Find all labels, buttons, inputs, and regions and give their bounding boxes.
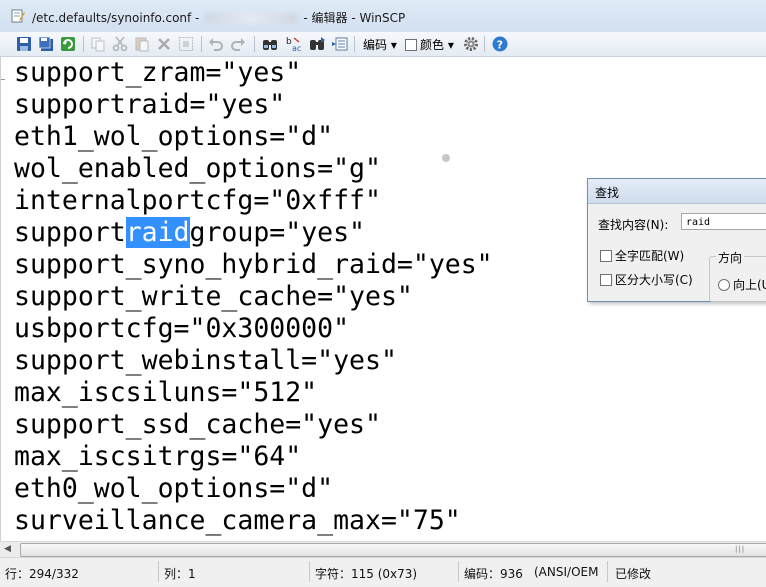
line-prefix: support xyxy=(14,217,126,248)
scrollbar-thumb[interactable] xyxy=(20,543,766,557)
status-encoding: 编码：936 xyxy=(464,567,523,581)
editor-line: usbportcfg="0x300000" xyxy=(14,313,350,344)
scrollbar-grip-icon: ||| xyxy=(735,545,746,553)
chevron-down-icon: ▾ xyxy=(390,38,397,52)
save-icon[interactable] xyxy=(16,36,32,52)
find-dialog-body: 查找内容(N): raid 全字匹配(W) 区分大小写(C) 方向 向上(U) xyxy=(588,204,766,302)
notepad-icon xyxy=(11,9,25,23)
encoding-label: 编码 xyxy=(363,38,388,52)
find-dialog-title-bar[interactable]: 查找 xyxy=(588,179,766,204)
checkbox-icon xyxy=(600,250,612,262)
editor-line: surveillance_camera_max="75" xyxy=(14,505,461,536)
radio-icon xyxy=(718,279,730,291)
undo-icon[interactable] xyxy=(208,36,224,52)
status-bar: 行：294/332 列：1 字符：115 (0x73) 编码：936 (ANSI… xyxy=(0,557,766,587)
find-label: 查找内容(N): xyxy=(598,218,669,232)
direction-up-radio[interactable]: 向上(U) xyxy=(718,276,766,293)
editor-line-current: supportraidgroup="yes" xyxy=(14,217,365,249)
status-separator xyxy=(158,561,159,582)
delete-icon[interactable] xyxy=(156,36,172,52)
editor-line: max_iscsiluns="512" xyxy=(14,377,318,408)
find-dialog: 查找 查找内容(N): raid 全字匹配(W) 区分大小写(C) 方向 向上(… xyxy=(587,178,766,302)
help-icon[interactable]: ? xyxy=(492,36,508,52)
toolbar: b ac 编码 ▾ 颜色 ▾ ? xyxy=(0,32,766,57)
status-column: 列：1 xyxy=(164,567,196,581)
editor-line: support_ssd_cache="yes" xyxy=(14,409,381,440)
title-bar: /etc.defaults/synoinfo.conf - - 编辑器 - Win… xyxy=(0,0,766,32)
editor-line: internalportcfg="0xfff" xyxy=(14,185,381,216)
cut-icon[interactable] xyxy=(112,36,128,52)
reload-icon[interactable] xyxy=(60,36,76,52)
match-case-checkbox[interactable]: 区分大小写(C) xyxy=(600,271,693,288)
direction-up-label: 向上(U) xyxy=(733,278,766,292)
gear-icon[interactable] xyxy=(463,36,479,52)
color-dropdown[interactable]: 颜色 ▾ xyxy=(405,36,454,53)
toolbar-separator xyxy=(254,36,255,52)
horizontal-scrollbar[interactable]: ◀ ||| xyxy=(0,541,766,557)
window-title-suffix: - 编辑器 - WinSCP xyxy=(303,11,406,25)
status-modified: 已修改 xyxy=(615,567,652,581)
editor-line: supportraid="yes" xyxy=(14,89,286,120)
encoding-dropdown[interactable]: 编码 ▾ xyxy=(363,36,397,53)
toolbar-separator xyxy=(83,36,84,52)
cursor-dot xyxy=(442,154,450,162)
direction-title: 方向 xyxy=(716,249,745,266)
editor-line: support_webinstall="yes" xyxy=(14,345,397,376)
toolbar-separator xyxy=(354,36,355,52)
chevron-down-icon: ▾ xyxy=(447,38,454,52)
editor-line: wol_enabled_options="g" xyxy=(14,153,381,184)
edge-marker xyxy=(1,79,5,80)
window-title-prefix: /etc.defaults/synoinfo.conf - xyxy=(32,11,200,25)
copy-icon[interactable] xyxy=(90,36,106,52)
status-separator xyxy=(458,561,459,582)
line-suffix: group="yes" xyxy=(189,217,366,248)
find-input[interactable]: raid xyxy=(681,213,766,230)
toolbar-separator xyxy=(484,36,485,52)
status-separator xyxy=(607,561,608,582)
save-all-icon[interactable] xyxy=(38,36,54,52)
find-icon[interactable] xyxy=(262,36,278,52)
svg-text:ac: ac xyxy=(292,44,301,52)
toolbar-separator xyxy=(201,36,202,52)
window-title: /etc.defaults/synoinfo.conf - - 编辑器 - Win… xyxy=(32,9,405,26)
color-checkbox-icon xyxy=(405,39,417,51)
editor-line: max_iscsitrgs="64" xyxy=(14,441,302,472)
editor-line: support_write_cache="yes" xyxy=(14,281,413,312)
scroll-left-icon[interactable]: ◀ xyxy=(4,544,11,554)
editor-line: eth0_wol_options="d" xyxy=(14,473,334,504)
select-all-icon[interactable] xyxy=(178,36,194,52)
status-separator xyxy=(309,561,310,582)
editor-line: support_zram="yes" xyxy=(14,57,302,88)
checkbox-icon xyxy=(600,274,612,286)
replace-icon[interactable]: bac xyxy=(286,36,302,52)
status-encoding-name: (ANSI/OEM xyxy=(534,565,599,579)
go-to-line-icon[interactable] xyxy=(332,36,348,52)
editor-line: support_syno_hybrid_raid="yes" xyxy=(14,249,493,280)
match-case-label: 区分大小写(C) xyxy=(615,273,693,287)
editor-line: eth1_wol_options="d" xyxy=(14,121,334,152)
find-next-icon[interactable] xyxy=(309,36,325,52)
whole-word-label: 全字匹配(W) xyxy=(615,249,685,263)
svg-text:?: ? xyxy=(497,39,503,52)
redo-icon[interactable] xyxy=(230,36,246,52)
search-highlight: raid xyxy=(125,217,190,248)
status-line: 行：294/332 xyxy=(5,567,79,581)
paste-icon[interactable] xyxy=(134,36,150,52)
find-dialog-title: 查找 xyxy=(595,186,620,200)
status-char: 字符：115 (0x73) xyxy=(315,567,418,581)
redacted-host xyxy=(205,13,298,24)
whole-word-checkbox[interactable]: 全字匹配(W) xyxy=(600,247,684,264)
color-label: 颜色 xyxy=(420,38,445,52)
